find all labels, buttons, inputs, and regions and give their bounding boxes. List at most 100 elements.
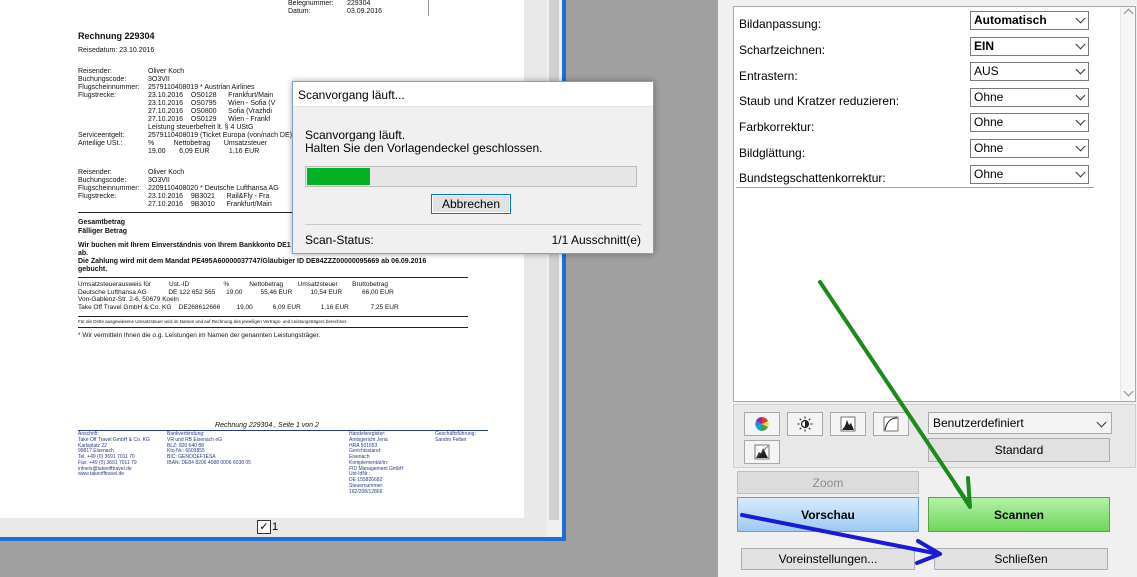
- doc-leg: 27.10.2016 OS0129 Wien - Frankf: [148, 116, 271, 123]
- setting-select-entrastern[interactable]: AUS: [970, 62, 1089, 81]
- setting-label-bildanpassung: Bildanpassung:: [739, 17, 822, 31]
- doc-vermittlung: * Wir vermitteln Ihnen die o.g. Leistung…: [78, 332, 321, 339]
- doc-value: 3O3VII: [148, 177, 170, 184]
- color-wheel-icon: [755, 417, 769, 431]
- scroll-up-icon[interactable]: [1123, 8, 1134, 19]
- doc-label: Flugstrecke:: [78, 193, 117, 200]
- doc-footer-address: Anschrift: Take Off Travel GmbH & Co. KG…: [78, 431, 150, 478]
- doc-footer-bank: Bankverbindung: VR und RB Eisenach eG BL…: [167, 431, 251, 466]
- scanned-document: Belegnummer: 229304 Datum: 03.09.2016 Re…: [0, 0, 524, 518]
- histogram-icon: [840, 416, 856, 432]
- chevron-down-icon: [1096, 417, 1107, 428]
- doc-reisedatum: Reisedatum: 23.10.2016: [78, 47, 155, 54]
- setting-value: Ohne: [974, 115, 1004, 129]
- scan-progress-fill: [307, 168, 370, 185]
- doc-einzug: Wir buchen mit Ihrem Einverständnis von …: [78, 242, 291, 249]
- doc-label: Buchungscode:: [78, 76, 127, 83]
- color-wheel-button[interactable]: [744, 412, 780, 436]
- doc-tax-header: Umsatzsteuerausweis für Ust.-ID % Nettob…: [78, 281, 388, 288]
- page-checkbox[interactable]: ✓: [257, 520, 271, 534]
- setting-value: EIN: [974, 39, 995, 53]
- chevron-down-icon: [1075, 141, 1086, 152]
- setting-select-scharfzeichnen[interactable]: EIN: [970, 37, 1089, 56]
- levels-icon: [754, 444, 770, 460]
- doc-datum-value: 03.09.2016: [347, 8, 383, 15]
- chevron-down-icon: [1075, 90, 1086, 101]
- levels-button[interactable]: [744, 440, 780, 464]
- preset-value: Benutzerdefiniert: [933, 416, 1024, 430]
- doc-leg: 27.10.2016 OS0800 Sofia (Vrazhdi: [148, 108, 272, 115]
- cancel-button[interactable]: Abbrechen: [431, 194, 511, 214]
- scan-status-value: 1/1 Ausschnitt(e): [551, 233, 641, 247]
- doc-leg: 23.10.2016 9B3021 Rail&Fly - Fra: [148, 193, 270, 200]
- tone-curve-button[interactable]: [873, 412, 909, 436]
- setting-label-farbkorrektur: Farbkorrektur:: [739, 120, 815, 134]
- preview-scrollbar-thumb[interactable]: [549, 0, 559, 520]
- doc-faelliger-betrag: Fälliger Betrag: [78, 228, 128, 235]
- setting-select-bundsteg[interactable]: Ohne: [970, 165, 1089, 184]
- doc-value: Oliver Koch: [148, 169, 185, 176]
- doc-label: Reisender:: [78, 169, 112, 176]
- doc-label: Reisender:: [78, 68, 112, 75]
- dialog-titlebar[interactable]: Scanvorgang läuft...: [293, 82, 653, 107]
- dialog-separator: [305, 224, 641, 225]
- preview-button[interactable]: Vorschau: [737, 497, 919, 532]
- doc-value: Oliver Koch: [148, 68, 185, 75]
- doc-footer-title: Rechnung 229304 , Seite 1 von 2: [215, 422, 319, 429]
- doc-leg: 23.10.2016 OS0795 Wien - Sofia (V: [148, 100, 276, 107]
- chevron-down-icon: [1075, 64, 1086, 75]
- doc-gesamtbetrag: Gesamtbetrag: [78, 219, 126, 226]
- tone-curve-icon: [883, 416, 899, 432]
- doc-value: 19.00 6,09 EUR 1,16 EUR: [148, 148, 260, 155]
- doc-label: Flugstrecke:: [78, 92, 117, 99]
- doc-value: 2209110408020 * Deutsche Lufthansa AG: [148, 185, 279, 192]
- setting-select-bildglaettung[interactable]: Ohne: [970, 139, 1089, 158]
- doc-value: Leistung steuerbefreit lt. § 4 UStG: [148, 124, 254, 131]
- scan-button[interactable]: Scannen: [928, 497, 1110, 532]
- doc-label: Buchungscode:: [78, 177, 127, 184]
- dialog-message-lid: Halten Sie den Vorlagendeckel geschlosse…: [305, 141, 543, 155]
- preset-select[interactable]: Benutzerdefiniert: [928, 412, 1112, 434]
- doc-einzug-2: ab.: [78, 250, 89, 257]
- setting-label-scharfzeichnen: Scharfzeichnen:: [739, 43, 826, 57]
- doc-label: Flugscheinnummer:: [78, 185, 140, 192]
- setting-label-bundsteg: Bundstegschattenkorrektur:: [739, 171, 886, 185]
- standard-button[interactable]: Standard: [928, 438, 1110, 462]
- scan-progress-bar: [305, 166, 637, 187]
- doc-label: Serviceentgelt:: [78, 132, 125, 139]
- doc-datum-label: Datum:: [288, 8, 311, 15]
- doc-fineprint: Für die Dritte ausgewiesene Umsatzsteuer…: [78, 319, 348, 324]
- setting-value: Ohne: [974, 141, 1004, 155]
- brightness-icon: [797, 416, 813, 432]
- doc-leg: 23.10.2016 OS0128 Frankfurt/Main: [148, 92, 274, 99]
- scan-status-label: Scan-Status:: [305, 233, 374, 247]
- doc-value: % Nettobetrag Umsatzsteuer: [148, 140, 268, 147]
- doc-beleg-label: Belegnummer:: [288, 0, 334, 7]
- zoom-button[interactable]: Zoom: [737, 471, 919, 494]
- presets-button[interactable]: Voreinstellungen...: [741, 548, 915, 570]
- image-settings-list: Bildanpassung: Automatisch Scharfzeichne…: [733, 6, 1136, 402]
- doc-beleg-value: 229304: [347, 0, 371, 7]
- setting-value: Ohne: [974, 167, 1004, 181]
- doc-value: 2579110408019 * Austrian Airlines: [148, 84, 255, 91]
- setting-select-farbkorrektur[interactable]: Ohne: [970, 113, 1089, 132]
- scroll-down-icon[interactable]: [1123, 386, 1134, 397]
- setting-label-bildglaettung: Bildglättung:: [739, 146, 806, 160]
- brightness-button[interactable]: [787, 412, 823, 436]
- histogram-button[interactable]: [830, 412, 866, 436]
- doc-value: 2579110408019 (Ticket Europa (von/nach D…: [148, 132, 292, 139]
- settings-scrollbar[interactable]: [1120, 7, 1135, 401]
- setting-label-entrastern: Entrastern:: [739, 69, 798, 83]
- doc-footer-management: Geschäftsführung: Sandro Felber: [435, 431, 476, 443]
- settings-divider: [736, 187, 1094, 188]
- doc-mandat: Die Zahlung wird mit dem Mandat PE495A60…: [78, 258, 427, 265]
- setting-select-staub-kratzer[interactable]: Ohne: [970, 88, 1089, 107]
- close-button[interactable]: Schließen: [934, 548, 1108, 570]
- doc-value: 3O3VII: [148, 76, 170, 83]
- doc-mandat-2: gebucht.: [78, 266, 108, 273]
- setting-select-bildanpassung[interactable]: Automatisch: [970, 11, 1089, 30]
- setting-value: AUS: [974, 64, 999, 78]
- adjustment-tools: Benutzerdefiniert Standard: [733, 404, 1136, 468]
- doc-title: Rechnung 229304: [78, 31, 155, 41]
- doc-tax-row-address: Von-Gablenz-Str. 2-6, 50679 Koeln: [78, 296, 179, 303]
